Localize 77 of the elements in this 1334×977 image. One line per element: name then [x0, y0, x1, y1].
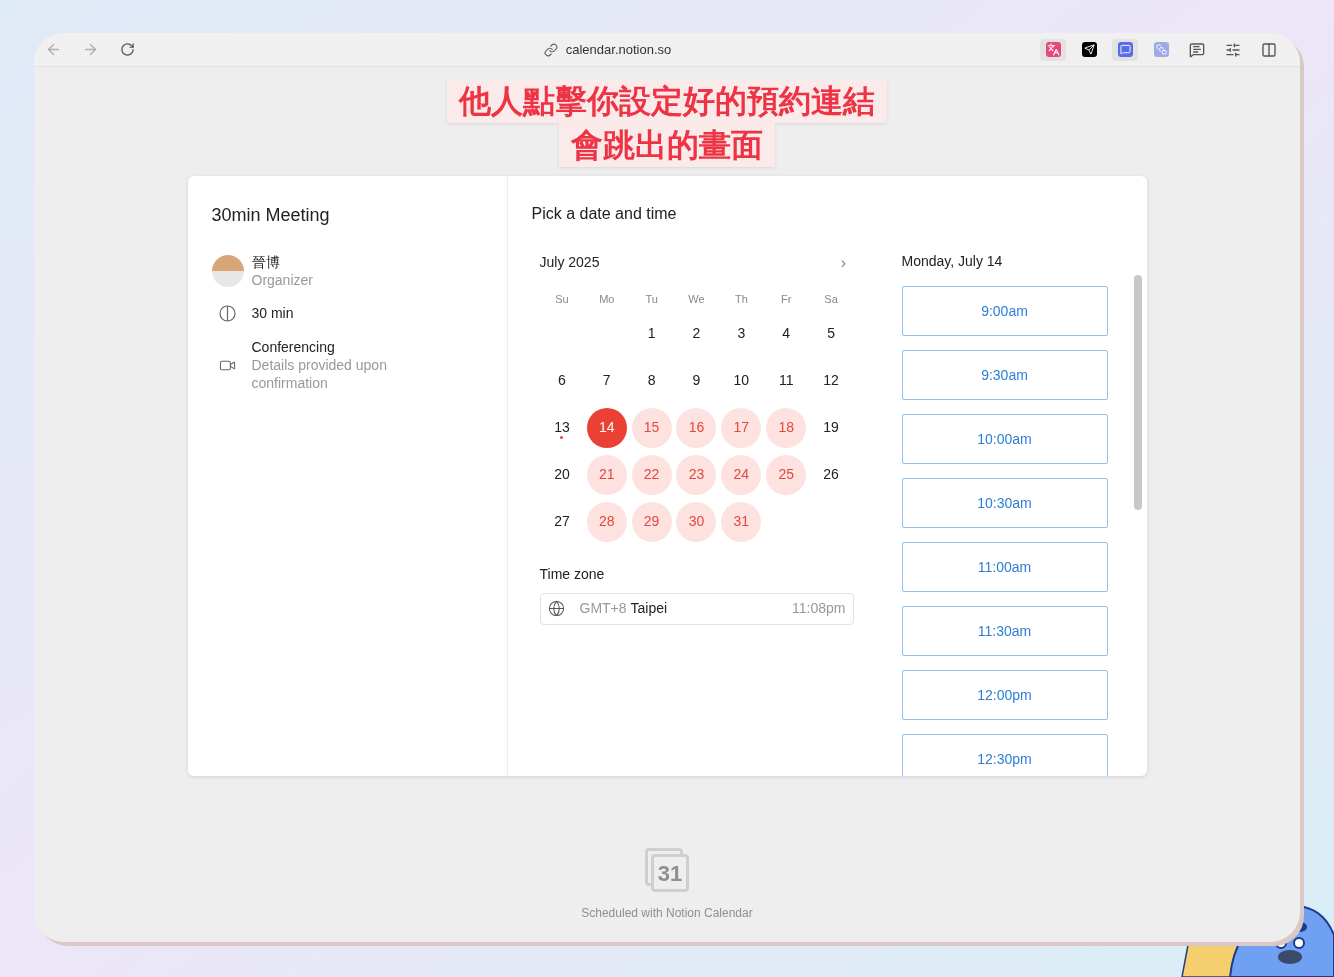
calendar-date: 7	[601, 371, 612, 390]
calendar-day-button[interactable]: 30	[676, 501, 717, 542]
translate-icon[interactable]	[1040, 38, 1066, 61]
calendar-day-button[interactable]: 31	[721, 501, 762, 542]
calendar-date: 13	[541, 407, 582, 448]
timezone-label: Time zone	[539, 564, 606, 584]
time-slot-button[interactable]: 10:30am	[901, 478, 1108, 528]
calendar-day-button[interactable]: 28	[586, 501, 627, 542]
calendar-date: 10	[732, 371, 751, 390]
sidebar-icon[interactable]	[1261, 41, 1277, 58]
calendar-day-button[interactable]: 29	[631, 501, 672, 542]
time-slot-button[interactable]: 9:00am	[901, 286, 1108, 336]
timezone-select[interactable]: GMT+8 Taipei 11:08pm	[539, 592, 854, 625]
organizer-name: 晉博	[251, 253, 281, 271]
organizer-role: Organizer	[251, 271, 313, 289]
time-slot-button[interactable]: 11:00am	[901, 542, 1108, 592]
calendar-date: 6	[557, 371, 567, 390]
weekday-label: Sa	[823, 292, 839, 307]
calendar-date: 4	[781, 324, 792, 343]
conferencing-detail: Details provided upon confirmation	[251, 356, 388, 392]
conferencing-label: Conferencing	[251, 338, 336, 356]
next-month-button[interactable]: ›	[833, 254, 854, 271]
time-slot-button[interactable]: 10:00am	[901, 414, 1108, 464]
calendar-date: 2	[691, 324, 702, 343]
calendar-date: 9	[691, 371, 702, 390]
weekday-label: Mo	[598, 292, 616, 307]
timezone-city: Taipei	[630, 599, 668, 618]
calendar-day-button[interactable]: 22	[631, 454, 672, 495]
calendar-day-button[interactable]: 23	[676, 454, 717, 495]
weekday-label: Su	[554, 292, 570, 307]
selected-date: Monday, July 14	[901, 252, 1004, 270]
weekday-label: We	[687, 292, 706, 307]
calendar-day-button[interactable]: 16	[676, 407, 717, 448]
calendar-date: 19	[822, 418, 840, 437]
calendar-logo: 31	[645, 848, 689, 892]
timezone-time: 11:08pm	[792, 599, 846, 618]
weekday-label: Th	[733, 292, 749, 307]
url-text[interactable]: calendar.notion.so	[565, 39, 672, 60]
annotation-caption: 他人點擊你設定好的預約連結	[447, 79, 887, 123]
calendar-date: 27	[553, 512, 571, 531]
calendar-date: 20	[553, 465, 571, 484]
weekday-label: Tu	[644, 292, 659, 307]
duration-text: 30 min	[251, 304, 294, 323]
calendar-date: 11	[777, 371, 795, 390]
calendar-day-button[interactable]: 14	[586, 407, 627, 448]
picker-heading: Pick a date and time	[531, 204, 678, 224]
sliders-icon[interactable]	[1225, 41, 1241, 58]
calendar-date: 5	[826, 324, 836, 343]
weekday-label: Fr	[780, 292, 793, 307]
timezone-offset: GMT+8	[579, 599, 627, 618]
calendar-date: 12	[822, 371, 840, 390]
time-slot-button[interactable]: 12:00pm	[901, 670, 1108, 720]
footer-text: Scheduled with Notion Calendar	[581, 905, 753, 922]
calendar-date: 26	[822, 465, 840, 484]
time-slot-button[interactable]: 9:30am	[901, 350, 1108, 400]
calendar-date: 8	[646, 371, 657, 390]
chat-icon[interactable]	[1112, 38, 1138, 61]
reload-icon[interactable]	[120, 42, 135, 57]
link-icon	[543, 42, 558, 57]
calendar-day-button[interactable]: 15	[631, 407, 672, 448]
calendar-day-button[interactable]: 25	[766, 454, 807, 495]
calendar-day-button[interactable]: 24	[721, 454, 762, 495]
event-title: 30min Meeting	[211, 204, 331, 227]
comment-icon[interactable]	[1189, 41, 1205, 58]
month-label: July 2025	[539, 253, 600, 272]
scrollbar-thumb[interactable]	[1133, 275, 1142, 510]
calendar-date: 1	[646, 324, 657, 343]
avatar	[211, 255, 244, 287]
calendar-day-button[interactable]: 21	[586, 454, 627, 495]
globe-icon	[547, 600, 565, 617]
calendar-day-button[interactable]: 17	[721, 407, 762, 448]
calendar-date: 3	[736, 324, 747, 343]
annotation-caption: 會跳出的畫面	[559, 123, 775, 167]
calendar-day-button[interactable]: 18	[766, 407, 807, 448]
time-slot-button[interactable]: 11:30am	[901, 606, 1108, 656]
duration-icon	[218, 305, 236, 322]
time-slot-button[interactable]: 12:30pm	[901, 734, 1108, 776]
